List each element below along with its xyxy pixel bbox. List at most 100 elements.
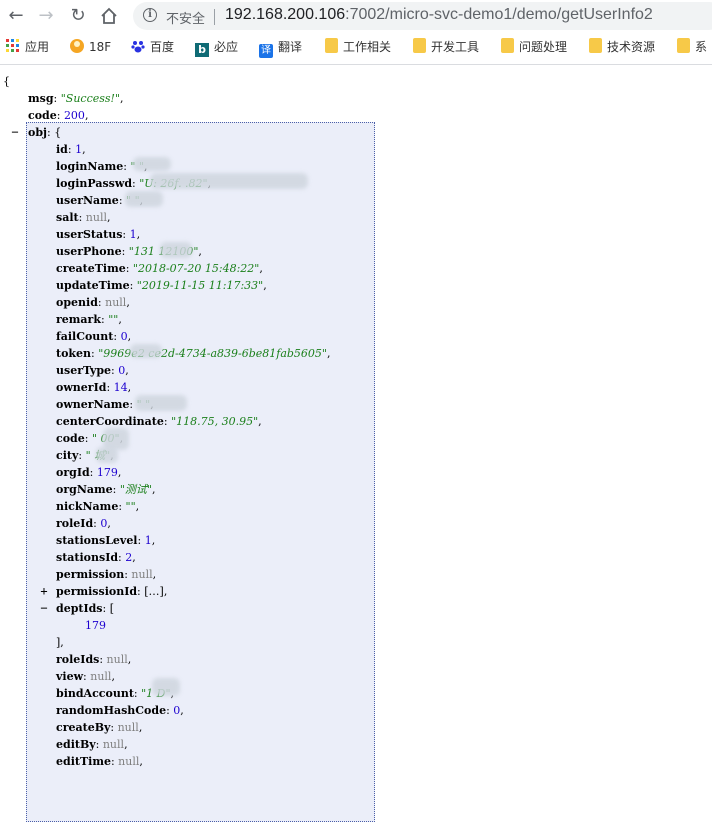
json-value: null: [117, 721, 139, 734]
bing-logo-icon: b: [195, 43, 209, 57]
json-key: loginName: [56, 160, 124, 173]
bookmark-label: 技术资源: [607, 40, 656, 54]
json-row: nickName: "",: [56, 500, 140, 513]
bookmark-folder-tech[interactable]: 技术资源: [589, 38, 655, 56]
separator: [214, 9, 215, 25]
json-key: ownerId: [56, 381, 107, 394]
bookmark-label: 工作相关: [343, 40, 392, 54]
json-row-msg: msg: "Success!",: [28, 92, 124, 105]
bookmark-baidu[interactable]: 百度: [131, 38, 174, 56]
redaction-blur: [125, 191, 163, 207]
json-row: roleId: 0,: [56, 517, 111, 530]
json-row: permission: null,: [56, 568, 157, 581]
reload-icon[interactable]: ↻: [66, 4, 90, 28]
url-host: 192.168.200.106: [225, 6, 346, 23]
folder-icon: [413, 38, 426, 53]
json-value: null: [90, 670, 112, 683]
redaction-blur: [135, 395, 187, 411]
redaction-blur: [150, 173, 308, 189]
bookmark-folder-sys[interactable]: 系: [677, 38, 707, 56]
json-key: orgId: [56, 466, 90, 479]
json-value: "2018-07-20 15:48:22": [132, 262, 260, 275]
bookmark-label: 应用: [25, 40, 50, 54]
collapse-toggle-obj[interactable]: −: [10, 124, 20, 141]
json-key: msg: [28, 92, 54, 105]
back-arrow-icon[interactable]: ←: [4, 4, 28, 28]
bookmark-bing[interactable]: b 必应: [195, 38, 239, 57]
collapse-toggle-deptIds[interactable]: −: [39, 600, 49, 617]
redaction-blur: [133, 157, 171, 171]
forward-arrow-icon[interactable]: →: [34, 4, 58, 28]
json-row: stationsId: 2,: [56, 551, 136, 564]
browser-toolbar: ← → ↻ i 不安全 192.168.200.106:7002/micro-s…: [0, 0, 712, 32]
json-key: permissionId: [56, 585, 138, 598]
folder-icon: [589, 38, 602, 53]
json-row: ownerId: 14,: [56, 381, 132, 394]
json-value: "Success!": [60, 92, 121, 105]
json-array-item: 179: [85, 619, 106, 632]
bookmark-label: 问题处理: [519, 40, 568, 54]
bookmark-18f[interactable]: 18F: [70, 38, 111, 56]
json-row-obj: obj: {: [28, 126, 62, 139]
bookmark-folder-issues[interactable]: 问题处理: [501, 38, 567, 56]
bookmark-apps[interactable]: 应用: [6, 38, 49, 56]
url-path: :7002/micro-svc-demo1/demo/getUserInfo2: [345, 6, 653, 23]
bookmark-label: 18F: [89, 40, 112, 54]
json-viewer: { msg: "Success!", code: 200, − obj: { i…: [0, 65, 712, 822]
json-row: userType: 0,: [56, 364, 129, 377]
json-row: editBy: null,: [56, 738, 128, 751]
json-key: editBy: [56, 738, 96, 751]
json-array-close: ],: [56, 636, 64, 649]
json-row: openid: null,: [56, 296, 130, 309]
json-key: permission: [56, 568, 125, 581]
json-row: failCount: 0,: [56, 330, 132, 343]
json-row: centerCoordinate: "118.75, 30.95",: [56, 415, 262, 428]
json-value: 1: [144, 534, 152, 547]
json-value: 200: [63, 109, 85, 122]
json-key: userStatus: [56, 228, 123, 241]
bookmarks-bar: 应用 18F 百度 b 必应 译翻译 工作相关 开发工具 问题处理 技术资源 系: [0, 32, 712, 62]
baidu-paw-icon: [131, 39, 145, 53]
json-value: "2019-11-15 11:17:33": [136, 279, 264, 292]
json-key: editTime: [56, 755, 111, 768]
address-bar[interactable]: i 不安全 192.168.200.106:7002/micro-svc-dem…: [133, 2, 712, 30]
json-value: null: [106, 653, 128, 666]
json-key: bindAccount: [56, 687, 134, 700]
json-value: "": [108, 313, 119, 326]
json-row: remark: "",: [56, 313, 122, 326]
json-value: "118.75, 30.95": [171, 415, 259, 428]
json-key: roleId: [56, 517, 94, 530]
json-key: openid: [56, 296, 98, 309]
bookmark-translate[interactable]: 译翻译: [259, 38, 302, 58]
json-value: null: [118, 755, 140, 768]
bookmark-folder-devtools[interactable]: 开发工具: [413, 38, 479, 56]
json-row: token: "9969e2 ce2d-4734-a839-6be81fab56…: [56, 347, 331, 360]
bookmark-label: 必应: [214, 40, 239, 54]
security-label[interactable]: 不安全: [166, 8, 205, 27]
info-icon[interactable]: i: [143, 8, 157, 22]
folder-icon: [677, 38, 690, 53]
home-icon[interactable]: [97, 4, 121, 28]
json-row: orgId: 179,: [56, 466, 122, 479]
redaction-blur: [160, 242, 192, 258]
json-row: view: null,: [56, 670, 115, 683]
expand-toggle-permissionId[interactable]: +: [39, 583, 49, 600]
bookmark-label: 系: [695, 40, 708, 54]
json-value: […],: [144, 585, 168, 598]
json-row: orgName: "测试",: [56, 483, 156, 496]
json-key: ownerName: [56, 398, 130, 411]
bookmark-label: 开发工具: [431, 40, 480, 54]
json-key: nickName: [56, 500, 119, 513]
json-key: updateTime: [56, 279, 130, 292]
18f-logo-icon: [70, 39, 84, 53]
json-key: createTime: [56, 262, 126, 275]
url-text[interactable]: 192.168.200.106:7002/micro-svc-demo1/dem…: [225, 6, 653, 24]
json-row: editTime: null,: [56, 755, 143, 768]
bookmark-folder-work[interactable]: 工作相关: [325, 38, 391, 56]
json-key: code: [28, 109, 57, 122]
json-value: null: [131, 568, 153, 581]
apps-grid-icon: [6, 39, 20, 53]
json-array-open: [: [109, 602, 114, 615]
translate-icon: 译: [259, 44, 273, 58]
json-key: code: [56, 432, 85, 445]
